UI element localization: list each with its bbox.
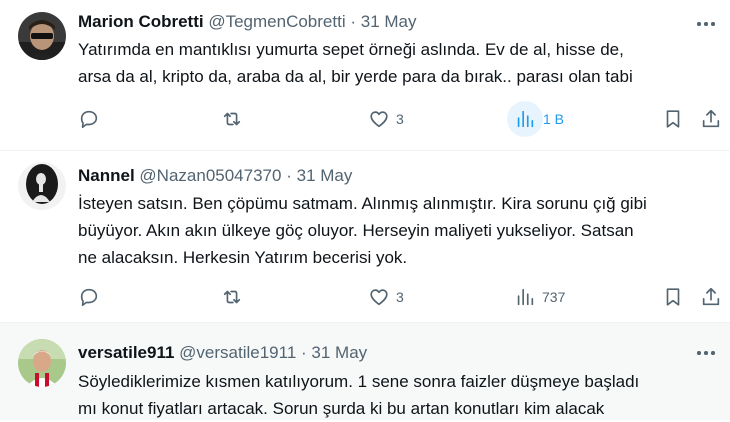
tweet-text-line: mı konut fiyatları artacak. Sorun şurda …: [78, 399, 605, 418]
tweet-header: versatile911 @versatile1911 · 31 May: [78, 341, 367, 365]
author-name[interactable]: Nannel: [78, 166, 135, 185]
repost-button[interactable]: [221, 101, 243, 137]
reply-icon: [80, 288, 98, 307]
tweet-date[interactable]: 31 May: [311, 343, 367, 362]
bookmark-button[interactable]: [662, 101, 684, 137]
action-bar: 3 1 B: [78, 101, 726, 137]
tweet-text-line: ne alacaksın. Herkesin Yatırım becerisi …: [78, 248, 408, 267]
tweet-text-line: İsteyen satsın. Ben çöpümu satmam. Alınm…: [78, 194, 647, 213]
reply-icon: [80, 110, 98, 129]
tweet-text: Yatırımda en mantıklısı yumurta sepet ör…: [78, 36, 718, 90]
author-name[interactable]: versatile911: [78, 343, 174, 362]
like-icon: [370, 111, 388, 128]
tweet[interactable]: Marion Cobretti @TegmenCobretti · 31 May…: [0, 0, 730, 150]
like-button[interactable]: 3: [368, 101, 404, 137]
tweet-date[interactable]: 31 May: [361, 12, 417, 31]
tweet-text-line: Yatırımda en mantıklısı yumurta sepet ör…: [78, 40, 624, 59]
author-handle[interactable]: @TegmenCobretti: [208, 12, 345, 31]
views-icon: [517, 110, 534, 128]
tweet-header: Nannel @Nazan05047370 · 31 May: [78, 164, 352, 188]
bookmark-button[interactable]: [662, 279, 684, 315]
tweet-date[interactable]: 31 May: [297, 166, 353, 185]
repost-icon: [223, 290, 241, 304]
like-icon: [370, 289, 388, 306]
like-button[interactable]: 3: [368, 279, 404, 315]
tweet[interactable]: Nannel @Nazan05047370 · 31 May İsteyen s…: [0, 151, 730, 322]
tweet-text-line: Söylediklerimize kısmen katılıyorum. 1 s…: [78, 372, 640, 391]
author-name[interactable]: Marion Cobretti: [78, 12, 204, 31]
reply-button[interactable]: [78, 279, 100, 315]
views-count: 1 B: [543, 111, 565, 127]
like-count: 3: [396, 289, 404, 305]
author-handle[interactable]: @Nazan05047370: [139, 166, 281, 185]
avatar[interactable]: [18, 12, 66, 60]
share-button[interactable]: [700, 279, 722, 315]
author-handle[interactable]: @versatile1911: [179, 343, 296, 362]
more-icon[interactable]: [694, 341, 718, 365]
more-icon[interactable]: [694, 12, 718, 36]
avatar[interactable]: [18, 162, 66, 210]
separator-dot: ·: [286, 166, 292, 185]
tweet-text-line: arsa da al, kripto da, araba da al, bir …: [78, 67, 633, 86]
reply-button[interactable]: [78, 101, 100, 137]
separator-dot: ·: [350, 12, 357, 31]
tweet[interactable]: versatile911 @versatile1911 · 31 May Söy…: [0, 323, 730, 420]
views-count: 737: [542, 289, 566, 305]
tweet-header: Marion Cobretti @TegmenCobretti · 31 May: [78, 10, 417, 34]
tweet-text: İsteyen satsın. Ben çöpümu satmam. Alınm…: [78, 190, 718, 271]
share-icon: [702, 109, 720, 128]
action-bar: 3 737: [78, 279, 726, 315]
tweet-text-line: büyüyor. Akın akın ülkeye göç oluyor. He…: [78, 221, 634, 240]
like-count: 3: [396, 111, 404, 127]
avatar[interactable]: [18, 339, 66, 387]
views-button[interactable]: 737: [514, 279, 565, 315]
repost-icon: [223, 112, 241, 126]
share-button[interactable]: [700, 101, 722, 137]
bookmark-icon: [666, 288, 680, 306]
views-icon: [517, 288, 534, 306]
tweet-text: Söylediklerimize kısmen katılıyorum. 1 s…: [78, 368, 718, 422]
repost-button[interactable]: [221, 279, 243, 315]
separator-dot: ·: [301, 343, 307, 362]
views-button[interactable]: 1 B: [507, 101, 564, 137]
bookmark-icon: [666, 110, 680, 128]
share-icon: [702, 287, 720, 306]
